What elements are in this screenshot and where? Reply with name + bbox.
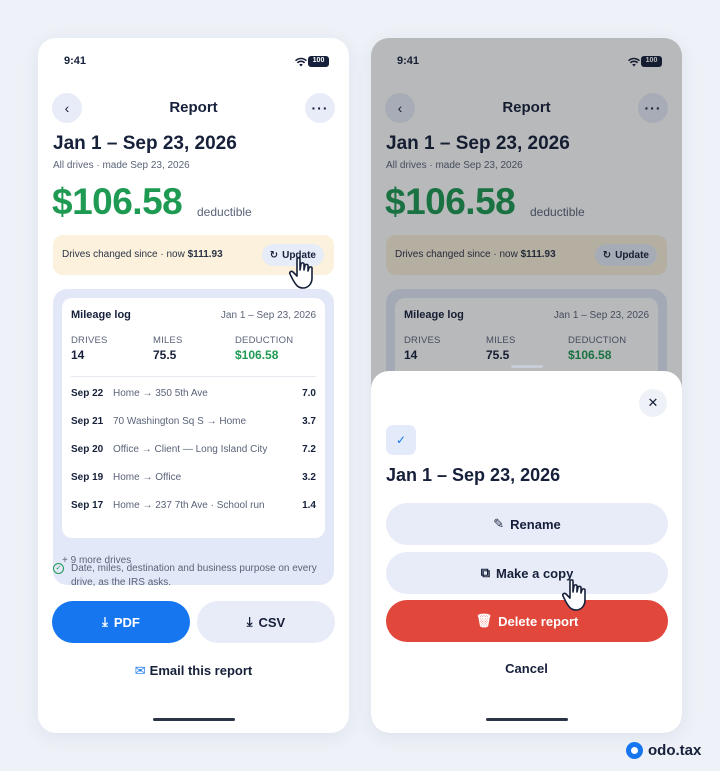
action-sheet: ✕ ✓ Jan 1 – Sep 23, 2026 ✎ Rename ⧉ Make… — [371, 365, 682, 733]
make-copy-button[interactable]: ⧉ Make a copy — [386, 552, 668, 594]
more-icon: ··· — [311, 100, 329, 116]
drive-row: Sep 22 Home → 350 5th Ave 7.0 — [71, 388, 316, 399]
close-icon: ✕ — [647, 395, 659, 410]
cancel-button[interactable]: Cancel — [371, 661, 682, 676]
refresh-icon: ↻ — [269, 249, 279, 261]
stat-miles: MILES 75.5 — [153, 335, 183, 362]
mileage-log-range: Jan 1 – Sep 23, 2026 — [220, 310, 316, 321]
banner-new-amount: $111.93 — [187, 249, 223, 260]
status-bar: 9:41 100 — [38, 54, 349, 70]
report-screen: 9:41 100 ‹ Report ··· Jan 1 – Sep 23, 20… — [38, 38, 349, 733]
battery-icon: 100 — [308, 56, 329, 67]
odo-logo-icon — [626, 742, 643, 759]
hand-cursor-icon — [561, 579, 586, 611]
check-icon: ✓ — [386, 425, 416, 455]
report-subtitle: All drives · made Sep 23, 2026 — [53, 160, 190, 171]
email-report-button[interactable]: ✉ Email this report — [38, 663, 349, 679]
stat-drives: DRIVES 14 — [71, 335, 108, 362]
delete-report-button[interactable]: 🗑 Delete report — [386, 600, 668, 642]
csv-button[interactable]: ⤓ CSV — [197, 601, 335, 643]
pencil-icon: ✎ — [493, 516, 505, 531]
drive-row: Sep 21 70 Washington Sq S → Home 3.7 — [71, 416, 316, 427]
home-indicator — [152, 718, 235, 721]
divider — [71, 376, 316, 377]
mail-icon: ✉ — [134, 663, 146, 678]
brand-name: odo.tax — [648, 742, 702, 759]
download-icon: ⤓ — [102, 614, 108, 629]
home-indicator — [485, 718, 568, 721]
report-options-screen: 9:41 100 ‹ Report ··· Jan 1 – Sep 23, 20… — [371, 38, 682, 733]
drive-row: Sep 17 Home → 237 7th Ave · School run 1… — [71, 500, 316, 511]
mileage-log-card: Mileage log Jan 1 – Sep 23, 2026 DRIVES … — [53, 289, 334, 585]
deductible-label: deductible — [197, 205, 252, 219]
stat-deduction: DEDUCTION $106.58 — [235, 335, 294, 362]
nav-bar: ‹ Report ··· — [52, 93, 335, 123]
close-button[interactable]: ✕ — [639, 389, 667, 417]
wifi-icon — [295, 57, 307, 67]
page-title: Report — [169, 99, 218, 116]
drive-row: Sep 19 Home → Office 3.2 — [71, 472, 316, 483]
sheet-title: Jan 1 – Sep 23, 2026 — [386, 465, 561, 485]
mileage-log-title: Mileage log — [71, 309, 131, 321]
mileage-log-preview: Mileage log Jan 1 – Sep 23, 2026 DRIVES … — [62, 298, 325, 538]
check-circle-icon: ✓ — [53, 563, 64, 574]
drive-row: Sep 20 Office → Client — Long Island Cit… — [71, 444, 316, 455]
rename-button[interactable]: ✎ Rename — [386, 503, 668, 545]
irs-note: ✓ Date, miles, destination and business … — [53, 562, 323, 590]
trash-icon: 🗑 — [475, 613, 493, 628]
brand-logo: odo.tax — [626, 742, 701, 759]
sheet-grabber[interactable] — [510, 365, 543, 368]
pdf-button[interactable]: ⤓ PDF — [52, 601, 190, 643]
download-icon: ⤓ — [246, 614, 253, 629]
status-time: 9:41 — [64, 55, 87, 67]
more-button[interactable]: ··· — [305, 93, 335, 123]
report-range: Jan 1 – Sep 23, 2026 — [53, 133, 237, 154]
banner-text: Drives changed since · now $111.93 — [62, 249, 223, 260]
copy-icon: ⧉ — [480, 565, 490, 580]
hand-cursor-icon — [288, 257, 313, 289]
deductible-amount: $106.58 — [52, 181, 183, 222]
